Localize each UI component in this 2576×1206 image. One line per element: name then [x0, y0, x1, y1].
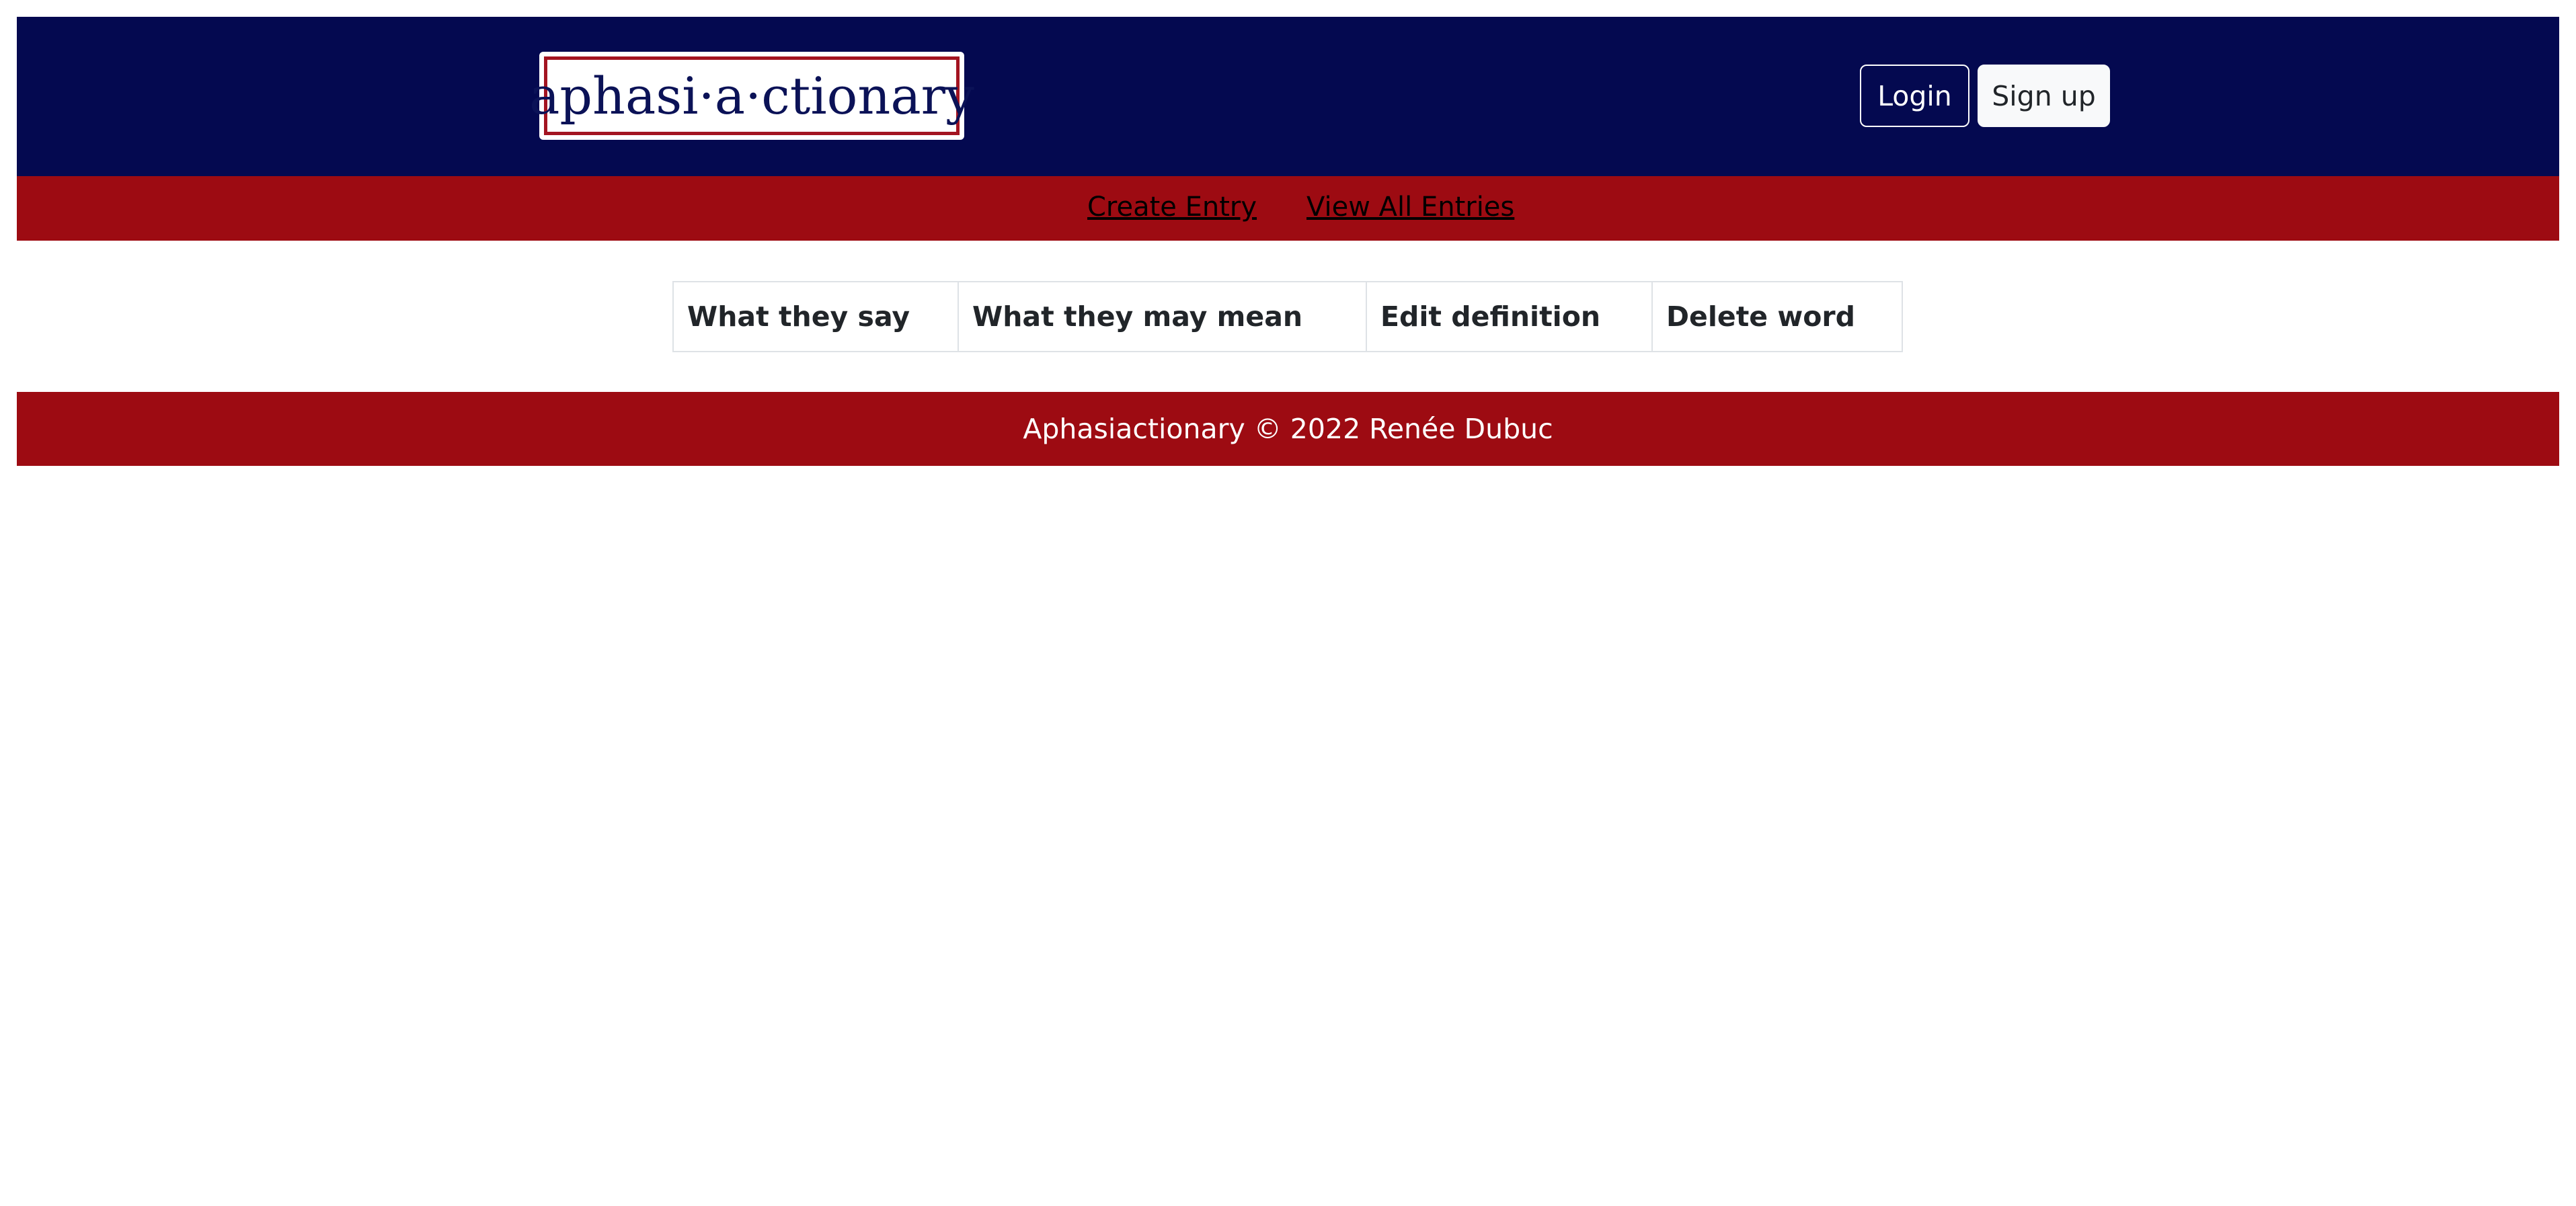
column-header-delete-word: Delete word	[1651, 281, 1903, 352]
logo[interactable]: aphasi·a·ctionary	[529, 52, 974, 140]
site-header: aphasi·a·ctionary Login Sign up	[17, 17, 2559, 176]
login-button[interactable]: Login	[1860, 65, 1969, 127]
nav-bar: Create Entry View All Entries	[17, 176, 2559, 241]
page: aphasi·a·ctionary Login Sign up Create E…	[0, 0, 2576, 1206]
entries-table-container: What they say What they may mean Edit de…	[672, 281, 1903, 352]
signup-button[interactable]: Sign up	[1978, 65, 2110, 127]
column-header-what-they-may-mean: What they may mean	[958, 281, 1367, 352]
site-footer: Aphasiactionary © 2022 Renée Dubuc	[17, 392, 2559, 466]
entries-table: What they say What they may mean Edit de…	[672, 281, 1903, 352]
logo-text: aphasi·a·ctionary	[529, 65, 974, 126]
footer-copyright: Aphasiactionary © 2022 Renée Dubuc	[1023, 413, 1553, 445]
create-entry-link[interactable]: Create Entry	[1087, 191, 1257, 223]
column-header-what-they-say: What they say	[672, 281, 959, 352]
logo-frame: aphasi·a·ctionary	[529, 56, 974, 135]
column-header-edit-definition: Edit definition	[1366, 281, 1653, 352]
table-header-row: What they say What they may mean Edit de…	[672, 281, 1903, 352]
view-all-entries-link[interactable]: View All Entries	[1306, 191, 1514, 223]
